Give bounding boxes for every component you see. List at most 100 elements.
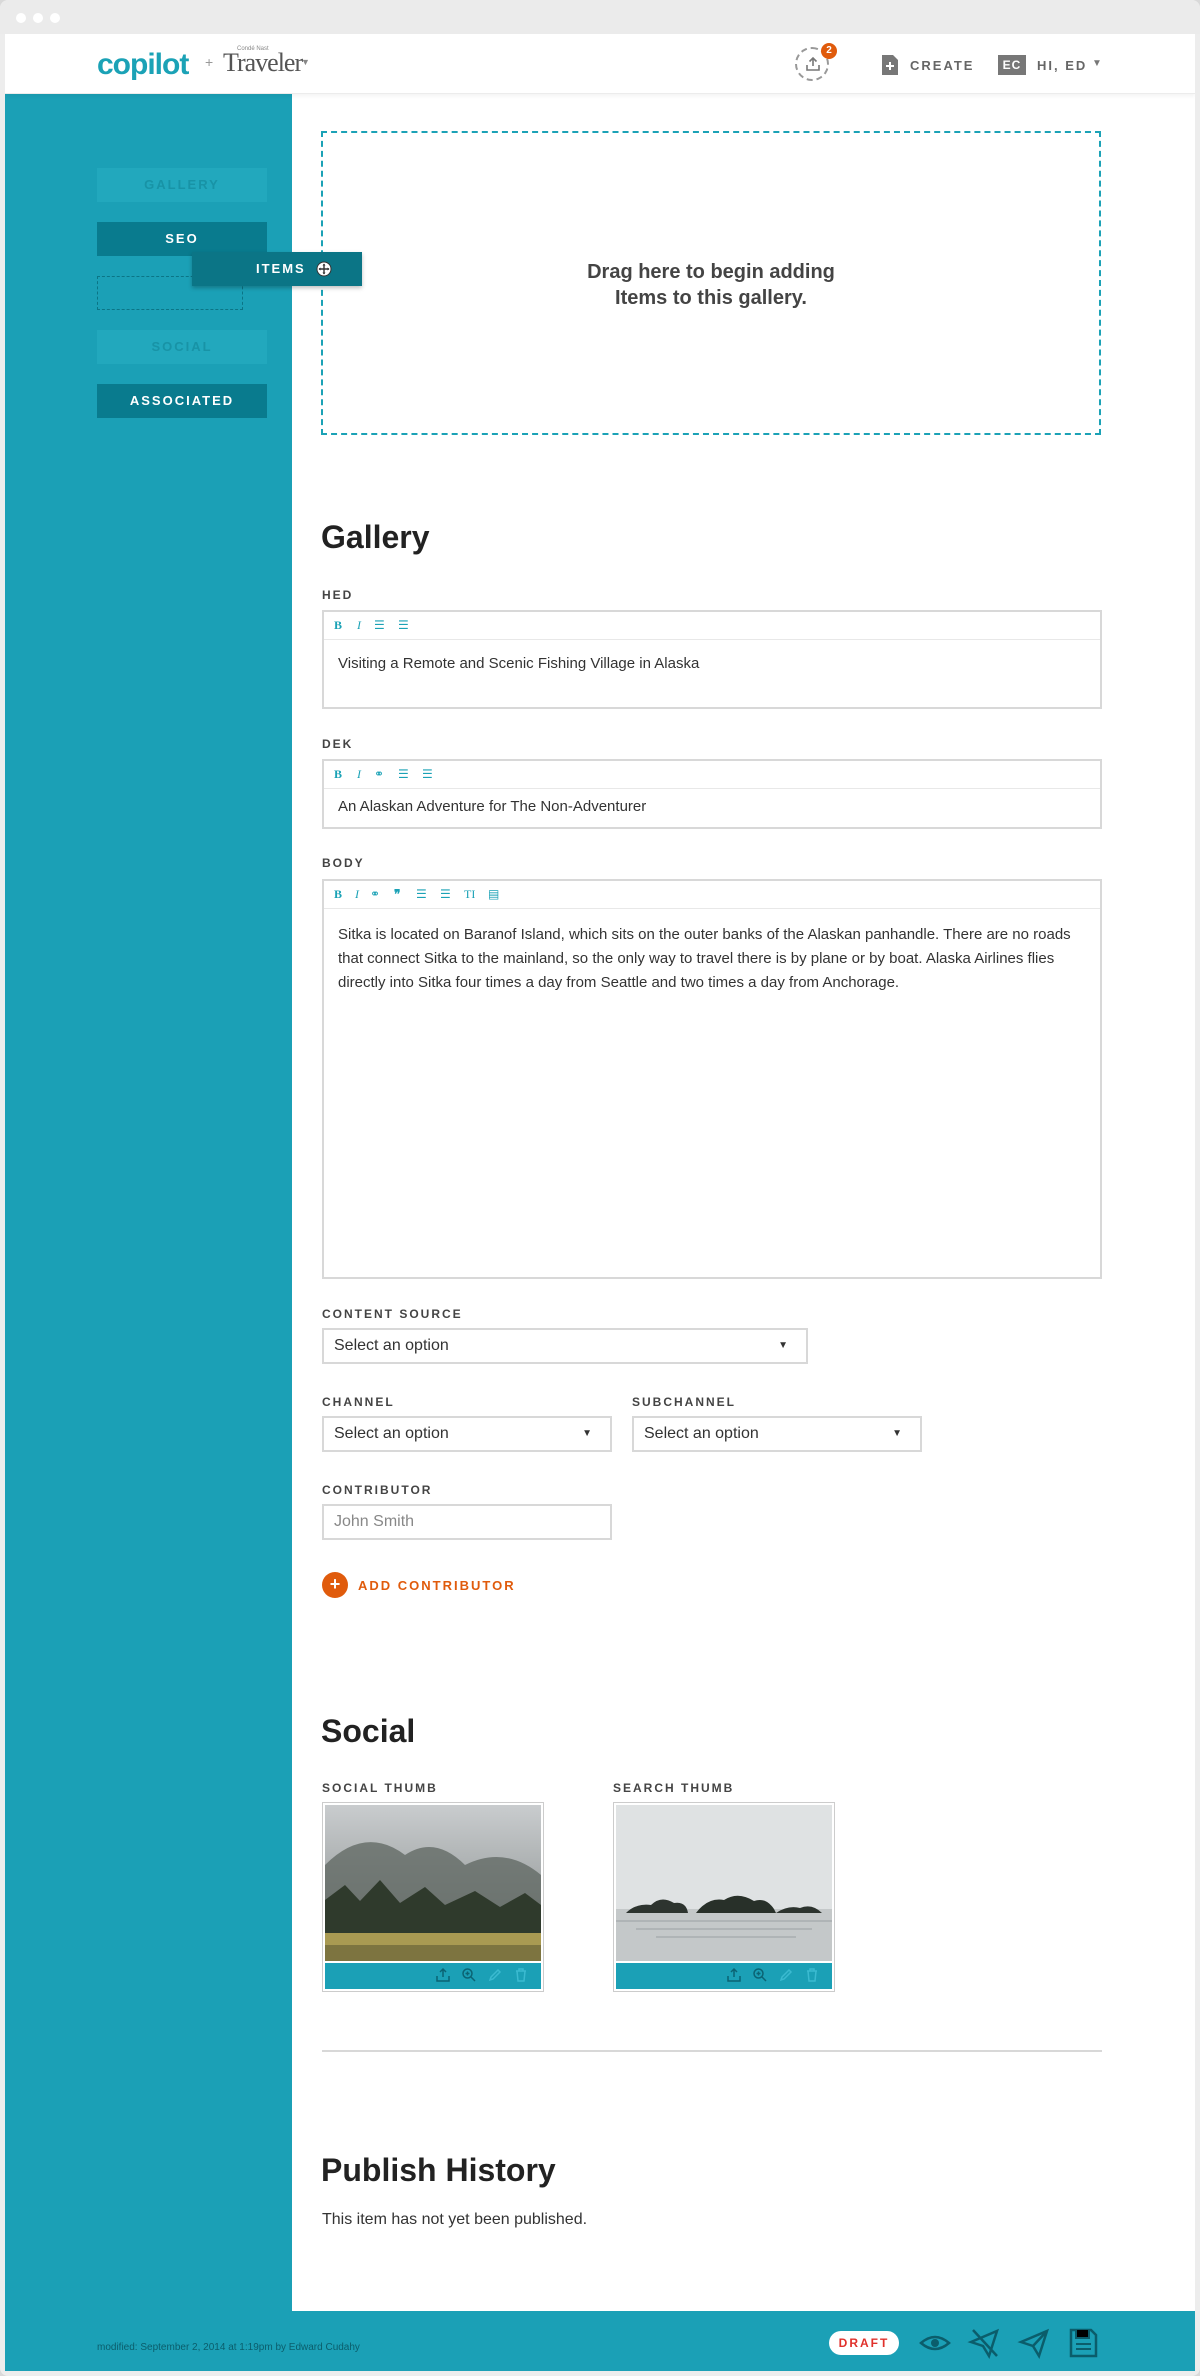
bold-icon[interactable]: B bbox=[334, 767, 342, 782]
dek-toolbar: B I ⚭ ☰ ☰ bbox=[324, 761, 1100, 789]
browser-window: copilot + Condé Nast Traveler ▼ 2 CREATE… bbox=[0, 0, 1200, 2376]
status-badge: DRAFT bbox=[829, 2331, 899, 2355]
upload-icon[interactable] bbox=[726, 1967, 742, 1983]
modified-info: modified: September 2, 2014 at 1:19pm by… bbox=[97, 2342, 360, 2353]
preview-eye-icon[interactable] bbox=[918, 2326, 952, 2360]
items-dropzone[interactable]: Drag here to begin adding Items to this … bbox=[321, 131, 1101, 435]
body-label: BODY bbox=[322, 856, 365, 870]
link-icon[interactable]: ⚭ bbox=[374, 767, 384, 782]
logo-separator: + bbox=[205, 54, 214, 70]
dek-text[interactable]: An Alaskan Adventure for The Non-Adventu… bbox=[324, 789, 1100, 831]
body-editor[interactable]: B I ⚭ ❞ ☰ ☰ TI ▤ Sitka is located on Bar… bbox=[322, 879, 1102, 1279]
ordered-list-icon[interactable]: ☰ bbox=[398, 767, 409, 782]
subchannel-label: SUBCHANNEL bbox=[632, 1395, 736, 1409]
ordered-list-icon[interactable]: ☰ bbox=[416, 887, 427, 902]
sidebar-item-seo[interactable]: SEO bbox=[97, 222, 267, 256]
unordered-list-icon[interactable]: ☰ bbox=[398, 618, 409, 633]
edit-icon[interactable] bbox=[778, 1967, 794, 1983]
chevron-down-icon: ▼ bbox=[892, 1428, 902, 1439]
top-header: copilot + Condé Nast Traveler ▼ 2 CREATE… bbox=[5, 34, 1195, 94]
section-divider bbox=[322, 2050, 1102, 2052]
embed-icon[interactable]: ▤ bbox=[488, 887, 499, 902]
save-icon[interactable] bbox=[1066, 2326, 1100, 2360]
quote-icon[interactable]: ❞ bbox=[394, 887, 400, 902]
social-section-title: Social bbox=[321, 1713, 416, 1749]
user-menu-label[interactable]: HI, ED bbox=[1037, 58, 1087, 73]
sidebar-item-items-dragging[interactable]: ITEMS bbox=[192, 252, 362, 286]
trash-icon[interactable] bbox=[513, 1967, 529, 1983]
search-thumb-label: SEARCH THUMB bbox=[613, 1781, 735, 1795]
chevron-down-icon: ▼ bbox=[582, 1428, 592, 1439]
body-text[interactable]: Sitka is located on Baranof Island, whic… bbox=[324, 909, 1100, 1007]
content-source-select[interactable]: Select an option ▼ bbox=[322, 1328, 808, 1364]
user-chevron-down-icon[interactable]: ▼ bbox=[1092, 58, 1102, 69]
sidebar-item-social[interactable]: SOCIAL bbox=[97, 330, 267, 364]
move-cursor-icon bbox=[316, 261, 332, 277]
copilot-logo[interactable]: copilot bbox=[97, 48, 189, 82]
subchannel-select[interactable]: Select an option ▼ bbox=[632, 1416, 922, 1452]
channel-select[interactable]: Select an option ▼ bbox=[322, 1416, 612, 1452]
search-thumb-image bbox=[616, 1805, 832, 1961]
italic-icon[interactable]: I bbox=[357, 618, 361, 633]
body-toolbar: B I ⚭ ❞ ☰ ☰ TI ▤ bbox=[324, 881, 1100, 909]
upload-count-badge: 2 bbox=[821, 43, 837, 59]
new-document-icon bbox=[882, 55, 898, 75]
zoom-icon[interactable] bbox=[752, 1967, 768, 1983]
hed-editor[interactable]: B I ☰ ☰ Visiting a Remote and Scenic Fis… bbox=[322, 610, 1102, 709]
search-thumb-actions bbox=[616, 1963, 832, 1989]
dek-label: DEK bbox=[322, 737, 354, 751]
footer-bar: modified: September 2, 2014 at 1:19pm by… bbox=[5, 2311, 1195, 2371]
publish-history-title: Publish History bbox=[321, 2152, 556, 2188]
italic-icon[interactable]: I bbox=[357, 767, 361, 782]
add-contributor-label: ADD CONTRIBUTOR bbox=[358, 1578, 516, 1593]
upload-icon bbox=[806, 56, 820, 71]
channel-label: CHANNEL bbox=[322, 1395, 395, 1409]
zoom-icon[interactable] bbox=[461, 1967, 477, 1983]
upload-icon[interactable] bbox=[435, 1967, 451, 1983]
create-label: CREATE bbox=[910, 58, 975, 73]
unordered-list-icon[interactable]: ☰ bbox=[422, 767, 433, 782]
hed-text[interactable]: Visiting a Remote and Scenic Fishing Vil… bbox=[324, 640, 1100, 688]
dropzone-text: Drag here to begin adding Items to this … bbox=[587, 261, 835, 309]
publish-history-text: This item has not yet been published. bbox=[322, 2211, 588, 2228]
social-thumb[interactable] bbox=[322, 1802, 544, 1992]
sidebar-item-gallery[interactable]: GALLERY bbox=[97, 168, 267, 202]
content-source-label: CONTENT SOURCE bbox=[322, 1307, 463, 1321]
publish-send-icon[interactable] bbox=[1017, 2326, 1051, 2360]
contributor-field[interactable]: John Smith bbox=[322, 1504, 612, 1540]
window-dot[interactable] bbox=[16, 13, 26, 23]
sidebar-item-label: ITEMS bbox=[256, 261, 306, 276]
social-thumb-actions bbox=[325, 1963, 541, 1989]
sidebar-item-associated[interactable]: ASSOCIATED bbox=[97, 384, 267, 418]
chevron-down-icon: ▼ bbox=[778, 1340, 788, 1351]
hed-toolbar: B I ☰ ☰ bbox=[324, 612, 1100, 640]
unpublish-icon[interactable] bbox=[967, 2326, 1001, 2360]
social-thumb-image bbox=[325, 1805, 541, 1961]
app-frame: copilot + Condé Nast Traveler ▼ 2 CREATE… bbox=[5, 34, 1195, 2371]
text-style-icon[interactable]: TI bbox=[464, 887, 475, 902]
link-icon[interactable]: ⚭ bbox=[370, 887, 380, 902]
unordered-list-icon[interactable]: ☰ bbox=[440, 887, 451, 902]
gallery-section-title: Gallery bbox=[321, 519, 430, 555]
italic-icon[interactable]: I bbox=[355, 887, 359, 902]
bold-icon[interactable]: B bbox=[334, 618, 342, 633]
window-chrome bbox=[0, 0, 1200, 34]
hed-label: HED bbox=[322, 588, 354, 602]
content-source-value: Select an option bbox=[334, 1337, 449, 1354]
user-avatar[interactable]: EC bbox=[998, 55, 1026, 75]
search-thumb[interactable] bbox=[613, 1802, 835, 1992]
contributor-label: CONTRIBUTOR bbox=[322, 1483, 433, 1497]
social-thumb-label: SOCIAL THUMB bbox=[322, 1781, 438, 1795]
subchannel-value: Select an option bbox=[644, 1425, 759, 1442]
window-dot[interactable] bbox=[33, 13, 43, 23]
trash-icon[interactable] bbox=[804, 1967, 820, 1983]
brand-logo[interactable]: Traveler bbox=[223, 48, 303, 78]
ordered-list-icon[interactable]: ☰ bbox=[374, 618, 385, 633]
bold-icon[interactable]: B bbox=[334, 887, 342, 902]
channel-value: Select an option bbox=[334, 1425, 449, 1442]
edit-icon[interactable] bbox=[487, 1967, 503, 1983]
sidebar: GALLERY SEO SOCIAL ASSOCIATED bbox=[5, 94, 292, 2311]
brand-chevron-down-icon[interactable]: ▼ bbox=[301, 57, 310, 67]
window-dot[interactable] bbox=[50, 13, 60, 23]
dek-editor[interactable]: B I ⚭ ☰ ☰ An Alaskan Adventure for The N… bbox=[322, 759, 1102, 829]
